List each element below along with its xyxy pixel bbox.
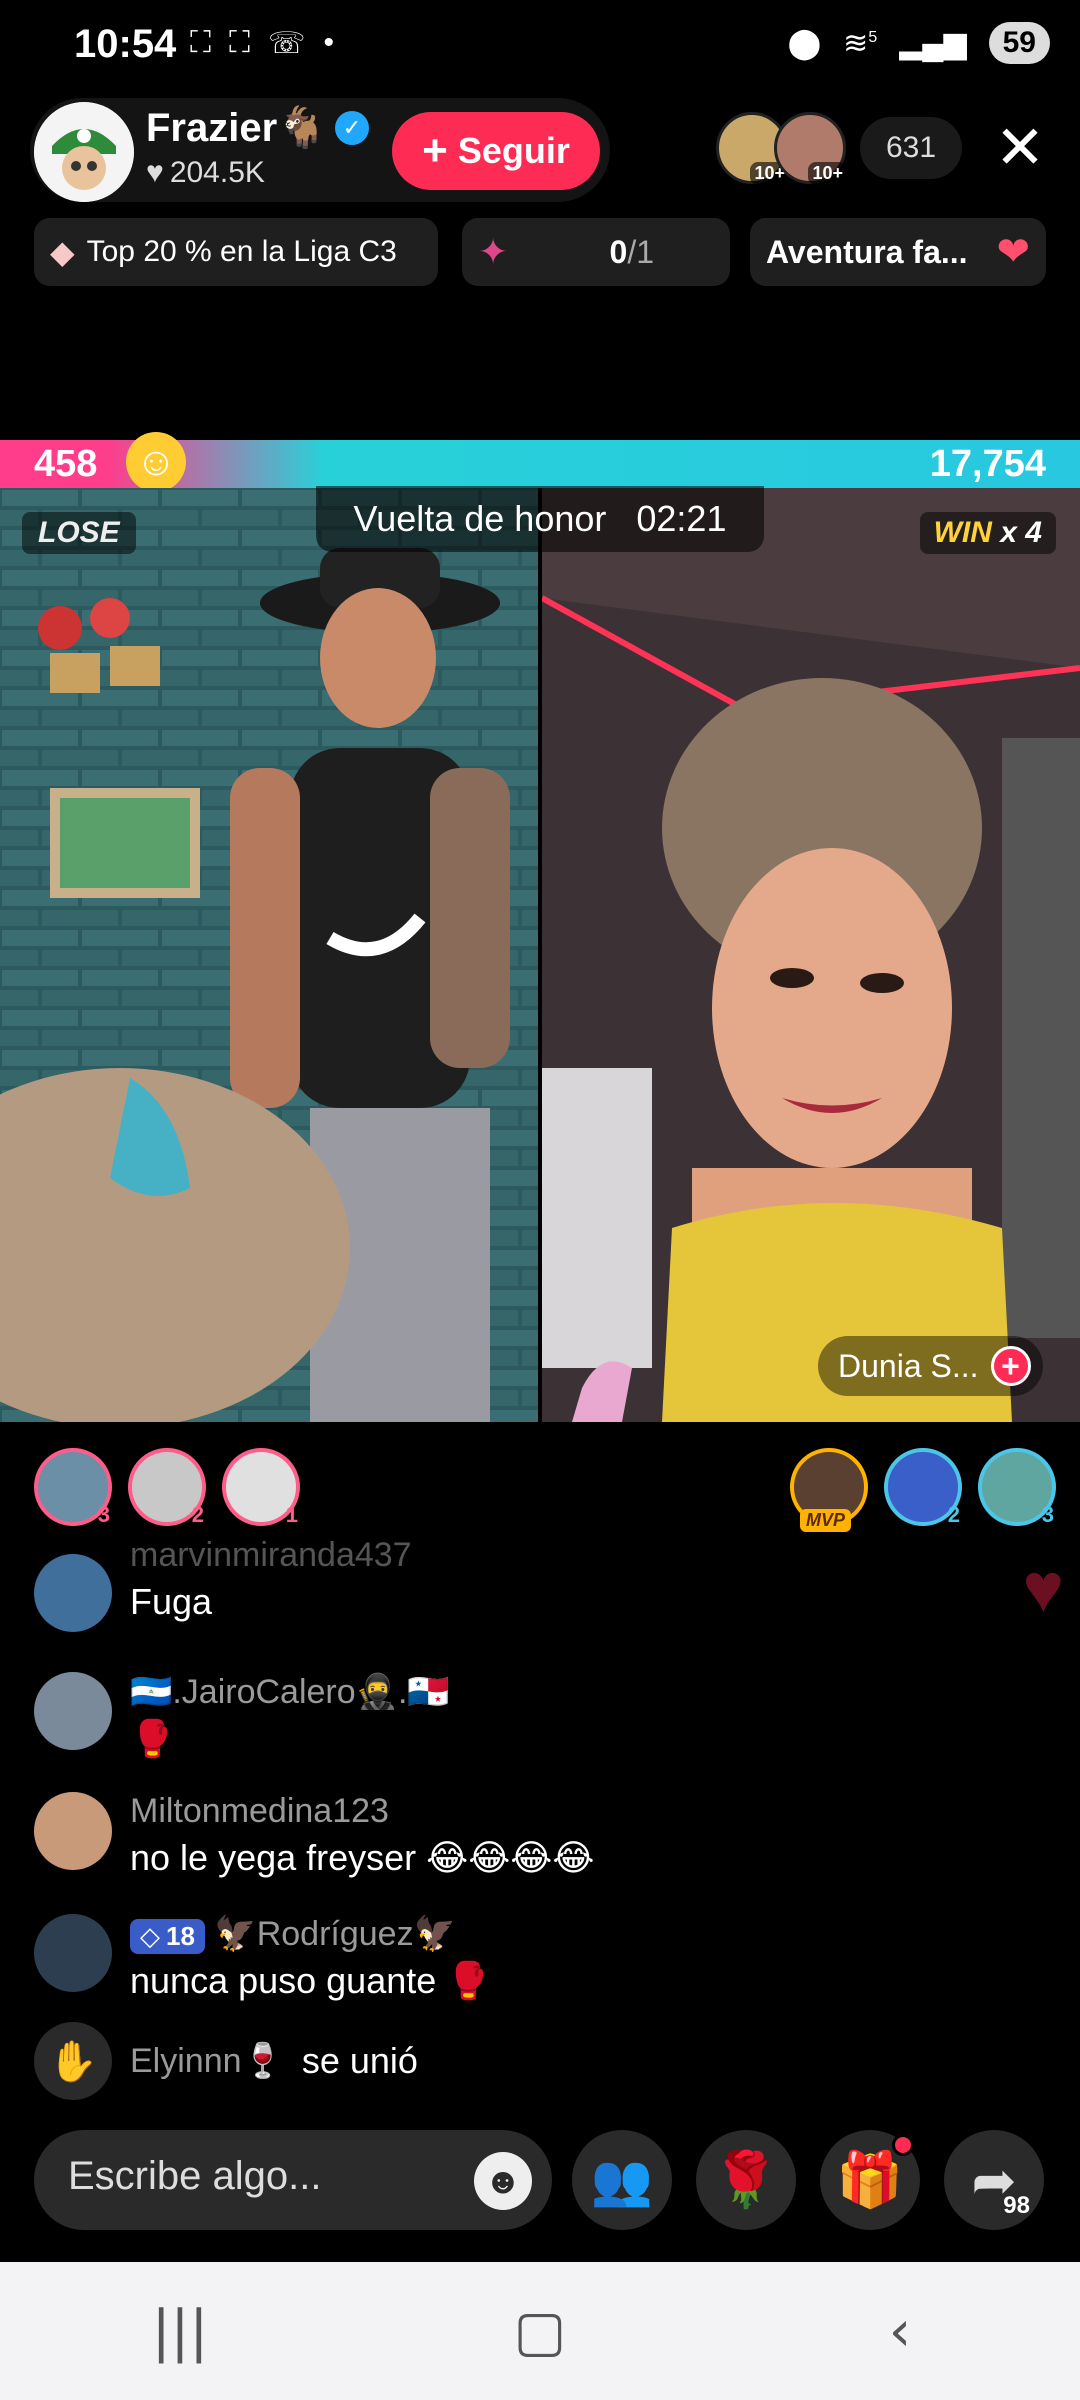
follow-label: Seguir — [457, 130, 570, 171]
emoji-icon[interactable]: ☻ — [474, 2152, 532, 2210]
notification-dot — [892, 2134, 914, 2156]
viewer-count[interactable]: 631 — [860, 117, 963, 179]
close-icon[interactable]: ✕ — [990, 118, 1050, 178]
screenshot-icon: ⛶ — [190, 26, 211, 59]
commenter-name[interactable]: Miltonmedina123 — [130, 1792, 594, 1831]
opponent-pill[interactable]: Dunia S... + — [818, 1336, 1043, 1396]
quest-progress: 0/1 — [609, 233, 654, 270]
quest-chip[interactable]: ✦ 0/1 — [462, 218, 730, 286]
battle-timer: Vuelta de honor 02:21 — [316, 486, 764, 552]
comment-text: no le yega freyser 😂😂😂😂 — [130, 1837, 595, 1878]
plus-icon: + — [422, 126, 448, 175]
status-bar: 10:54 ⛶ ⛶ ☏ • ⬤ ≋5 ▂▄▆ 59 — [0, 0, 1080, 92]
adventure-chip[interactable]: Aventura fa... ❤ — [750, 218, 1046, 286]
gift-heart-icon: ❤ — [996, 230, 1030, 274]
battery-indicator: 59 — [988, 22, 1050, 64]
gift-button[interactable]: 🎁 — [820, 2130, 920, 2230]
lose-badge: LOSE — [22, 512, 136, 554]
commenter-name-row[interactable]: ◇ 18 🦅Rodríguez🦅 — [130, 1914, 491, 1954]
host-name: Frazier🐐 — [146, 106, 327, 150]
status-time: 10:54 — [74, 22, 177, 66]
opponent-name: Dunia S... — [838, 1347, 979, 1384]
follow-opponent-icon[interactable]: + — [990, 1346, 1031, 1386]
joined-text: se unió — [301, 2040, 418, 2081]
comment-text: nunca puso guante 🥊 — [130, 1960, 492, 2001]
top-viewers[interactable]: 10+ 10+ 631 — [716, 112, 963, 185]
comment-input-pill[interactable]: ☻ — [34, 2130, 552, 2230]
right-top-gifters: MVP 2 3 — [790, 1448, 1056, 1532]
follow-button[interactable]: + Seguir — [392, 112, 600, 190]
gifter-avatar[interactable]: 2 — [884, 1448, 962, 1527]
league-chip[interactable]: ◆ Top 20 % en la Liga C3 — [34, 218, 438, 286]
viewer-avatar[interactable]: 10+ — [774, 112, 847, 185]
heart-icon: ♥ — [146, 156, 164, 189]
host-video[interactable] — [0, 488, 538, 1422]
dot-icon: • — [323, 26, 335, 59]
right-score: 17,754 — [929, 443, 1046, 485]
left-score: 458 — [34, 443, 98, 485]
timer-label: Vuelta de honor — [353, 498, 607, 539]
gift-icon: 🎁 — [836, 2149, 904, 2210]
commenter-name[interactable]: 🇳🇮.JairoCalero🥷.🇵🇦 — [130, 1672, 450, 1712]
chat-comment[interactable]: Miltonmedina123 no le yega freyser 😂😂😂😂 — [34, 1792, 594, 1879]
floating-heart-icon: ♥ — [1022, 1549, 1064, 1627]
chat-comment[interactable]: marvinmiranda437 Fuga — [34, 1536, 412, 1632]
home-icon[interactable]: ▢ — [480, 2299, 600, 2364]
host-likes: ♥ 204.5K — [146, 156, 265, 190]
wave-hand-icon[interactable]: ✋ — [34, 2022, 112, 2100]
host-avatar[interactable] — [34, 102, 134, 202]
timer-value: 02:21 — [636, 498, 727, 539]
verified-icon: ✓ — [334, 110, 369, 145]
commenter-avatar[interactable] — [34, 1554, 112, 1632]
join-notice: ✋ Elyinnn🍷 se unió — [34, 2022, 418, 2100]
multi-guest-button[interactable]: 👥 — [572, 2130, 672, 2230]
commenter-avatar[interactable] — [34, 1672, 112, 1750]
comment-text: 🥊 — [130, 1718, 175, 1759]
back-icon[interactable]: ‹ — [840, 2299, 960, 2364]
host-name-row[interactable]: Frazier🐐 ✓ — [146, 104, 369, 151]
notification-icons: ⛶ ⛶ ☏ • — [190, 26, 334, 61]
gifter-avatar[interactable]: 3 — [34, 1448, 112, 1527]
left-top-gifters: 3 2 1 — [34, 1448, 300, 1527]
status-right: ⬤ ≋5 ▂▄▆ 59 — [788, 22, 1050, 64]
chat-comment[interactable]: 🇳🇮.JairoCalero🥷.🇵🇦 🥊 — [34, 1672, 450, 1760]
host-likes-count: 204.5K — [169, 156, 265, 189]
share-button[interactable]: ➦ 98 — [944, 2130, 1044, 2230]
gifter-avatar[interactable]: 3 — [978, 1448, 1056, 1527]
gifter-avatar[interactable]: 2 — [128, 1448, 206, 1527]
comment-text: Fuga — [130, 1581, 213, 1622]
commenter-name[interactable]: marvinmiranda437 — [130, 1536, 412, 1575]
shy-emoji-icon: ☺ — [126, 432, 186, 492]
rose-icon: 🌹 — [712, 2149, 780, 2210]
diamond-icon: ◇ — [140, 1921, 160, 1951]
system-nav-bar: ||| ▢ ‹ — [0, 2262, 1080, 2400]
share-count: 98 — [1003, 2192, 1030, 2219]
comment-input[interactable] — [68, 2154, 448, 2199]
wifi-icon: ≋5 — [843, 26, 878, 60]
whatsapp-icon: ☏ — [268, 27, 306, 60]
adventure-text: Aventura fa... — [766, 233, 968, 270]
commenter-avatar[interactable] — [34, 1792, 112, 1870]
commenter-name: 🦅Rodríguez🦅 — [214, 1915, 456, 1953]
commenter-avatar[interactable] — [34, 1914, 112, 1992]
level-badge: ◇ 18 — [130, 1919, 205, 1954]
screenshot-icon: ⛶ — [229, 26, 250, 59]
gifter-avatar[interactable]: 1 — [222, 1448, 300, 1527]
mask-icon: ✦ — [478, 231, 509, 272]
mvp-avatar[interactable]: MVP — [790, 1448, 868, 1532]
location-icon: ⬤ — [787, 26, 822, 60]
opponent-video[interactable] — [542, 488, 1080, 1422]
recent-apps-icon[interactable]: ||| — [120, 2299, 240, 2364]
rose-gift-button[interactable]: 🌹 — [696, 2130, 796, 2230]
signal-icon: ▂▄▆ — [899, 26, 967, 60]
win-badge: WIN x 4 — [919, 512, 1056, 554]
league-text: Top 20 % en la Liga C3 — [86, 235, 397, 268]
people-icon: 👥 — [590, 2151, 654, 2208]
chat-comment[interactable]: ◇ 18 🦅Rodríguez🦅 nunca puso guante 🥊 — [34, 1914, 491, 2002]
joined-user[interactable]: Elyinnn🍷 — [130, 2041, 284, 2081]
diamond-icon: ◆ — [50, 234, 75, 270]
